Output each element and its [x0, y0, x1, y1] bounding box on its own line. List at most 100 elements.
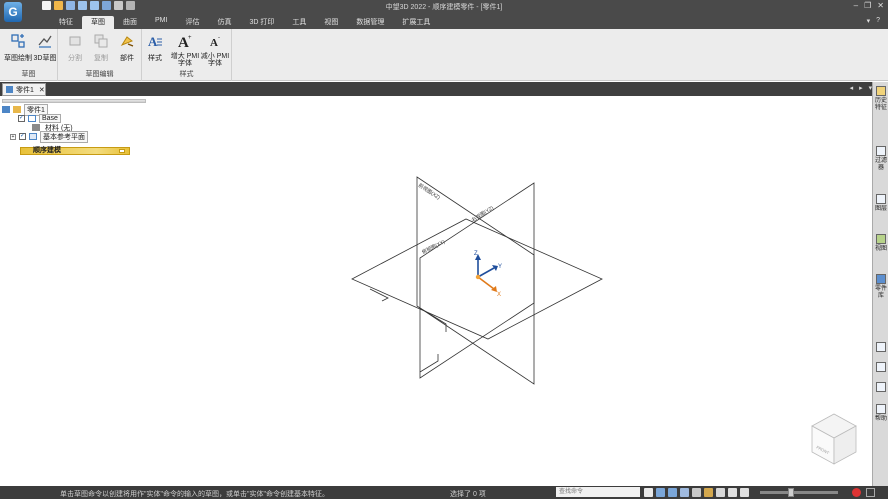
copy-icon	[94, 34, 108, 48]
sketch-icon	[11, 34, 25, 48]
shade-icon[interactable]	[704, 488, 713, 497]
svg-text:+: +	[188, 35, 192, 41]
zoom-window-icon[interactable]	[668, 488, 677, 497]
zoom-fit-icon[interactable]	[656, 488, 665, 497]
grid-icon	[876, 362, 886, 372]
library-icon	[876, 274, 886, 284]
scroll-left-icon[interactable]: ◂	[850, 84, 854, 92]
minimize-icon[interactable]: –	[854, 1, 858, 10]
dock-view[interactable]: 视图	[874, 234, 888, 253]
svg-text:A: A	[148, 34, 158, 49]
right-dock: 历史特征 过滤器 图层 视图 零件库 帮助	[872, 82, 888, 486]
snap-icon	[876, 382, 886, 392]
document-tab[interactable]: 零件1 ✕	[2, 83, 46, 96]
tab-2[interactable]: 曲面	[114, 16, 146, 29]
close-icon[interactable]: ✕	[877, 1, 884, 10]
front-plane[interactable]	[416, 176, 535, 385]
dock-part-library[interactable]: 零件库	[874, 274, 888, 300]
increase-pmi-font-button[interactable]: A + 增大 PMI 字体	[168, 33, 202, 67]
ribbon-tab-controls: ▾ ?	[867, 17, 880, 25]
dock-layers[interactable]: 图层	[874, 194, 888, 213]
z-axis-label: Z	[474, 251, 478, 257]
restore-icon[interactable]: ❐	[864, 1, 871, 10]
increase-font-icon: A +	[178, 35, 192, 49]
render-icon[interactable]	[680, 488, 689, 497]
help-icon[interactable]: ?	[876, 17, 880, 25]
tab-7[interactable]: 工具	[283, 16, 315, 29]
title-bar: G 中望3D 2022 - 顺序建模零件 - [零件1] – ❐ ✕	[0, 0, 888, 22]
svg-text:A: A	[210, 37, 218, 49]
view-icon	[876, 234, 886, 244]
close-document-icon[interactable]: ✕	[39, 86, 45, 94]
style-button[interactable]: A 样式	[138, 33, 172, 63]
tab-6[interactable]: 3D 打印	[240, 16, 283, 29]
window-controls: – ❐ ✕	[854, 1, 884, 10]
command-search-input[interactable]	[556, 487, 640, 497]
dock-help-icon[interactable]	[874, 342, 888, 354]
ribbon-group-style: A 样式 A + 增大 PMI 字体 A - 减小 PMI 字体 样式	[142, 29, 232, 81]
pick-status-icon[interactable]	[728, 488, 737, 497]
tab-9[interactable]: 数据管理	[347, 16, 393, 29]
tab-1[interactable]: 草图	[82, 16, 114, 29]
axis-triad: Z Y X	[474, 251, 502, 298]
collapse-ribbon-icon[interactable]: ▾	[867, 17, 871, 25]
help-panel-icon	[876, 404, 886, 414]
zoom-slider-track[interactable]	[760, 491, 838, 494]
layers-icon	[876, 194, 886, 204]
dock-history-features[interactable]: 历史特征	[874, 86, 888, 112]
ribbon-group-sketch: 草图绘制 3D草图 草图	[0, 29, 58, 81]
view-cube[interactable]: FRONT	[811, 413, 857, 465]
group-title-style: 样式	[179, 71, 194, 78]
front-plane-tab	[419, 307, 447, 332]
text-style-icon: A	[148, 34, 162, 49]
ribbon-tab-bar: 特征 草图 曲面 PMI 评估 仿真 3D 打印 工具 视图 数据管理 扩展工具 ▾ ?	[0, 13, 888, 29]
arrow-icon[interactable]	[644, 488, 653, 497]
tab-3[interactable]: PMI	[146, 16, 176, 29]
group-title-sketch-edit: 草图编辑	[85, 71, 114, 78]
svg-text:-: -	[218, 35, 220, 41]
3d-sketch-icon	[38, 35, 52, 48]
dock-help[interactable]: 帮助	[874, 404, 888, 423]
document-tab-strip: 零件1 ✕ ◂ ▸ ▾ ✕	[0, 82, 888, 96]
part-icon	[6, 86, 13, 93]
group-title-sketch: 草图	[21, 71, 36, 78]
ribbon-group-sketch-edit: 分割 复制 部件 草图编辑	[58, 29, 142, 81]
top-plane[interactable]	[351, 218, 603, 340]
right-plane-tab	[419, 354, 439, 373]
layers-status-icon[interactable]	[716, 488, 725, 497]
graphics-viewport[interactable]: 零件1 ✓ Base 材料 (无) + ✓ 基本参考平面 顺序建模 前视图(XZ…	[0, 96, 872, 486]
scroll-right-icon[interactable]: ▸	[859, 84, 863, 92]
selection-count: 选择了 0 项	[450, 491, 486, 498]
status-message: 单击草图命令以创建将用作"实体"命令的输入的草图，或单击"实体"命令创建基本特征…	[60, 491, 329, 498]
snap-status-icon[interactable]	[740, 488, 749, 497]
dock-snap-icon[interactable]	[874, 382, 888, 394]
decrease-pmi-font-button[interactable]: A - 减小 PMI 字体	[198, 33, 232, 67]
filter-icon	[876, 146, 886, 156]
3d-sketch-button[interactable]: 3D草图	[28, 33, 62, 63]
record-icon[interactable]	[852, 488, 861, 497]
tab-5[interactable]: 仿真	[208, 16, 240, 29]
reference-planes-drawing: 前视图(XZ) 右视图(YZ) 俯视图(XY) Z Y X FRONT	[351, 176, 857, 465]
question-icon	[876, 342, 886, 352]
camera-icon[interactable]	[692, 488, 701, 497]
tab-0[interactable]: 特征	[50, 16, 82, 29]
stop-icon[interactable]	[866, 488, 875, 497]
component-icon	[120, 36, 134, 47]
y-axis-label: Y	[498, 264, 502, 270]
tab-4[interactable]: 评估	[176, 16, 208, 29]
ribbon-panel: 草图绘制 3D草图 草图 分割 复制 部件 草图编辑 A 样式 A + 增大 P…	[0, 29, 888, 81]
split-icon	[69, 36, 81, 46]
zoom-slider-knob[interactable]	[788, 488, 794, 497]
status-bar: 单击草图命令以创建将用作"实体"命令的输入的草图，或单击"实体"命令创建基本特征…	[0, 486, 888, 499]
ribbon-tabs: 特征 草图 曲面 PMI 评估 仿真 3D 打印 工具 视图 数据管理 扩展工具	[50, 16, 439, 29]
app-logo[interactable]: G	[4, 2, 22, 22]
x-axis-label: X	[497, 292, 501, 298]
tab-10[interactable]: 扩展工具	[393, 16, 439, 29]
history-icon	[876, 86, 886, 96]
dock-filter[interactable]: 过滤器	[874, 146, 888, 172]
tab-8[interactable]: 视图	[315, 16, 347, 29]
right-plane[interactable]	[419, 182, 535, 379]
front-plane-label: 前视图(XZ)	[417, 182, 442, 202]
decrease-font-icon: A -	[210, 35, 220, 49]
dock-grid-icon[interactable]	[874, 362, 888, 374]
